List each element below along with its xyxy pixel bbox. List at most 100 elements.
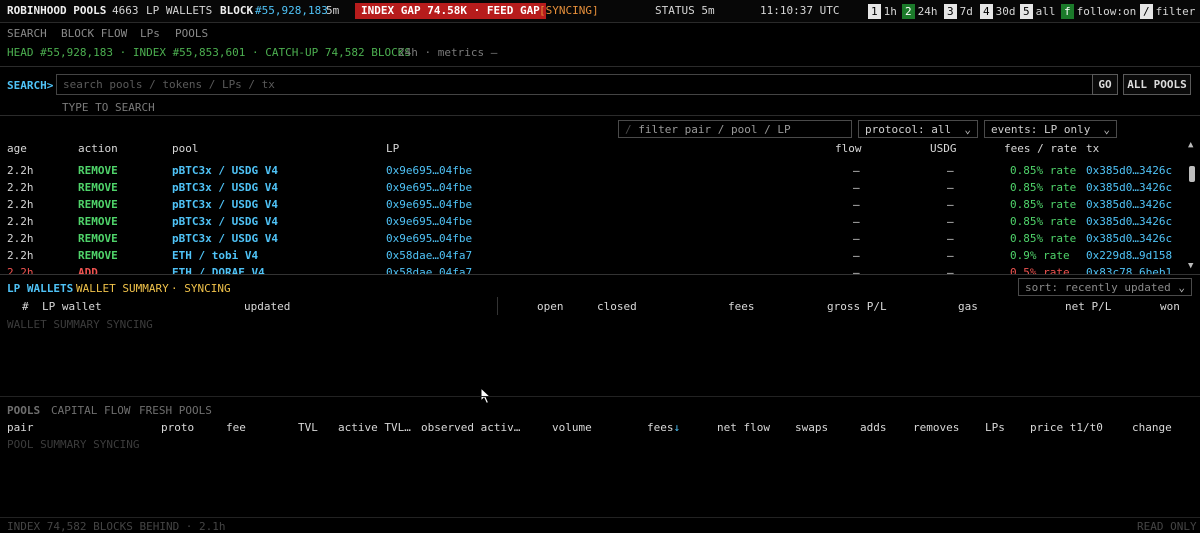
scroll-down-icon[interactable]: ▼ — [1188, 261, 1193, 271]
cell-pool[interactable]: pBTC3x / USDG V4 — [172, 215, 278, 228]
col-lp[interactable]: LP — [386, 142, 399, 155]
range-24h-toggle[interactable]: 2 24h — [902, 4, 938, 19]
col-action[interactable]: action — [78, 142, 118, 155]
col-active-tvl[interactable]: active TVL… — [338, 421, 411, 434]
wallet-sync-status: · SYNCING — [171, 282, 231, 295]
cell-action: REMOVE — [78, 198, 118, 211]
table-row[interactable]: 2.2h REMOVE ETH / tobi V4 0x58dae…04fa7 – – 0.… — [0, 249, 1185, 266]
col-tx[interactable]: tx — [1086, 142, 1099, 155]
cell-tx[interactable]: 0x385d0…3426c — [1086, 215, 1172, 228]
col-fees[interactable]: fees — [728, 300, 755, 313]
col-updated[interactable]: updated — [244, 300, 290, 313]
tab-fresh-pools[interactable]: FRESH POOLS — [139, 404, 212, 417]
cell-lp[interactable]: 0x58dae…04fa7 — [386, 249, 472, 262]
col-net-flow[interactable]: net flow — [717, 421, 770, 434]
cell-fees-rate: 0.85% rate — [1010, 232, 1077, 245]
col-adds[interactable]: adds — [860, 421, 887, 434]
cell-lp[interactable]: 0x9e695…04fbe — [386, 198, 472, 211]
col-age[interactable]: age — [7, 142, 27, 155]
sync-status-tag: [SYNCING] — [539, 4, 599, 17]
cell-pool[interactable]: pBTC3x / USDG V4 — [172, 164, 278, 177]
range-30d-toggle[interactable]: 4 30d — [980, 4, 1016, 19]
col-proto[interactable]: proto — [161, 421, 194, 434]
col-pool[interactable]: pool — [172, 142, 199, 155]
range-1h-toggle[interactable]: 1 1h — [868, 4, 897, 19]
cell-pool[interactable]: pBTC3x / USDG V4 — [172, 232, 278, 245]
col-observed-activity[interactable]: observed activ… — [421, 421, 520, 434]
col-gross-pl[interactable]: gross P/L — [827, 300, 887, 313]
cell-lp[interactable]: 0x9e695…04fbe — [386, 232, 472, 245]
cell-lp[interactable]: 0x9e695…04fbe — [386, 164, 472, 177]
table-row[interactable]: 2.2h REMOVE pBTC3x / USDG V4 0x9e695…04fbe –… — [0, 232, 1185, 249]
protocol-select[interactable]: protocol: all ⌄ — [858, 120, 978, 138]
filter-toggle[interactable]: / filter — [1140, 4, 1195, 19]
hotkey-4: 4 — [980, 4, 993, 19]
col-rank[interactable]: # — [22, 300, 29, 313]
chevron-down-icon: ⌄ — [1103, 123, 1110, 136]
col-removes[interactable]: removes — [913, 421, 959, 434]
pair-filter-input[interactable]: / filter pair / pool / LP — [618, 120, 852, 138]
col-change[interactable]: change — [1132, 421, 1172, 434]
chevron-down-icon: ⌄ — [964, 123, 971, 136]
all-pools-button[interactable]: ALL POOLS — [1123, 74, 1191, 95]
col-net-pl[interactable]: net P/L — [1065, 300, 1111, 313]
cell-tx[interactable]: 0x385d0…3426c — [1086, 164, 1172, 177]
chevron-down-icon: ⌄ — [1178, 281, 1185, 294]
cell-pool[interactable]: ETH / tobi V4 — [172, 249, 258, 262]
nav-block-flow[interactable]: BLOCK FLOW — [61, 27, 127, 40]
table-row[interactable]: 2.2h REMOVE pBTC3x / USDG V4 0x9e695…04fbe –… — [0, 215, 1185, 232]
col-lps[interactable]: LPs — [985, 421, 1005, 434]
col-open[interactable]: open — [537, 300, 564, 313]
nav-pools[interactable]: POOLS — [175, 27, 208, 40]
follow-toggle[interactable]: f follow:on — [1061, 4, 1136, 19]
cell-pool[interactable]: pBTC3x / USDG V4 — [172, 198, 278, 211]
go-button[interactable]: GO — [1092, 74, 1118, 95]
events-scroll-thumb[interactable] — [1189, 166, 1195, 182]
col-volume[interactable]: volume — [552, 421, 592, 434]
sort-select[interactable]: sort: recently updated ⌄ — [1018, 278, 1192, 296]
table-row[interactable]: 2.2h REMOVE pBTC3x / USDG V4 0x9e695…04fbe –… — [0, 198, 1185, 215]
cell-tx[interactable]: 0x385d0…3426c — [1086, 181, 1172, 194]
nav-search[interactable]: SEARCH — [7, 27, 47, 40]
search-input[interactable] — [56, 74, 1095, 95]
sort-select-value: sort: recently updated — [1025, 281, 1171, 294]
nav-lps[interactable]: LPs — [140, 27, 160, 40]
range-24h-label: 24h — [917, 5, 938, 18]
tab-pools[interactable]: POOLS — [7, 404, 40, 417]
wallet-summary-title: WALLET SUMMARY — [76, 282, 169, 295]
table-row[interactable]: 2.2h REMOVE pBTC3x / USDG V4 0x9e695…04fbe –… — [0, 164, 1185, 181]
range-all-toggle[interactable]: 5 all — [1020, 4, 1056, 19]
col-fee[interactable]: fee — [226, 421, 246, 434]
divider — [0, 66, 1200, 67]
col-pool-fees[interactable]: fees↓ — [647, 421, 680, 434]
table-row[interactable]: 2.2h REMOVE pBTC3x / USDG V4 0x9e695…04fbe –… — [0, 181, 1185, 198]
events-scrollbar[interactable] — [1187, 138, 1197, 272]
col-gas[interactable]: gas — [958, 300, 978, 313]
block-age: 5m — [326, 4, 340, 17]
cell-lp[interactable]: 0x9e695…04fbe — [386, 215, 472, 228]
col-lp-wallet[interactable]: LP wallet — [42, 300, 102, 313]
cell-age: 2.2h — [7, 164, 34, 177]
col-usdg[interactable]: USDG — [930, 142, 957, 155]
col-tvl[interactable]: TVL — [298, 421, 318, 434]
cell-lp[interactable]: 0x9e695…04fbe — [386, 181, 472, 194]
cell-tx[interactable]: 0x385d0…3426c — [1086, 232, 1172, 245]
col-flow[interactable]: flow — [835, 142, 862, 155]
range-7d-toggle[interactable]: 3 7d — [944, 4, 973, 19]
col-fees-rate[interactable]: fees / rate — [1004, 142, 1077, 155]
events-select[interactable]: events: LP only ⌄ — [984, 120, 1117, 138]
col-pair[interactable]: pair — [7, 421, 34, 434]
cell-pool[interactable]: pBTC3x / USDG V4 — [172, 181, 278, 194]
hotkey-3: 3 — [944, 4, 957, 19]
cell-tx[interactable]: 0x229d8…9d158 — [1086, 249, 1172, 262]
scroll-up-icon[interactable]: ▲ — [1188, 140, 1193, 150]
status-indicator: STATUS 5m — [655, 4, 715, 17]
cell-tx[interactable]: 0x385d0…3426c — [1086, 198, 1172, 211]
tab-capital-flow[interactable]: CAPITAL FLOW — [51, 404, 130, 417]
index-gap-badge: INDEX GAP 74.58K · FEED GAP — [355, 3, 546, 19]
col-closed[interactable]: closed — [597, 300, 637, 313]
col-won[interactable]: won — [1160, 300, 1180, 313]
col-price[interactable]: price t1/t0 — [1030, 421, 1103, 434]
col-swaps[interactable]: swaps — [795, 421, 828, 434]
cell-age: 2.2h — [7, 249, 34, 262]
